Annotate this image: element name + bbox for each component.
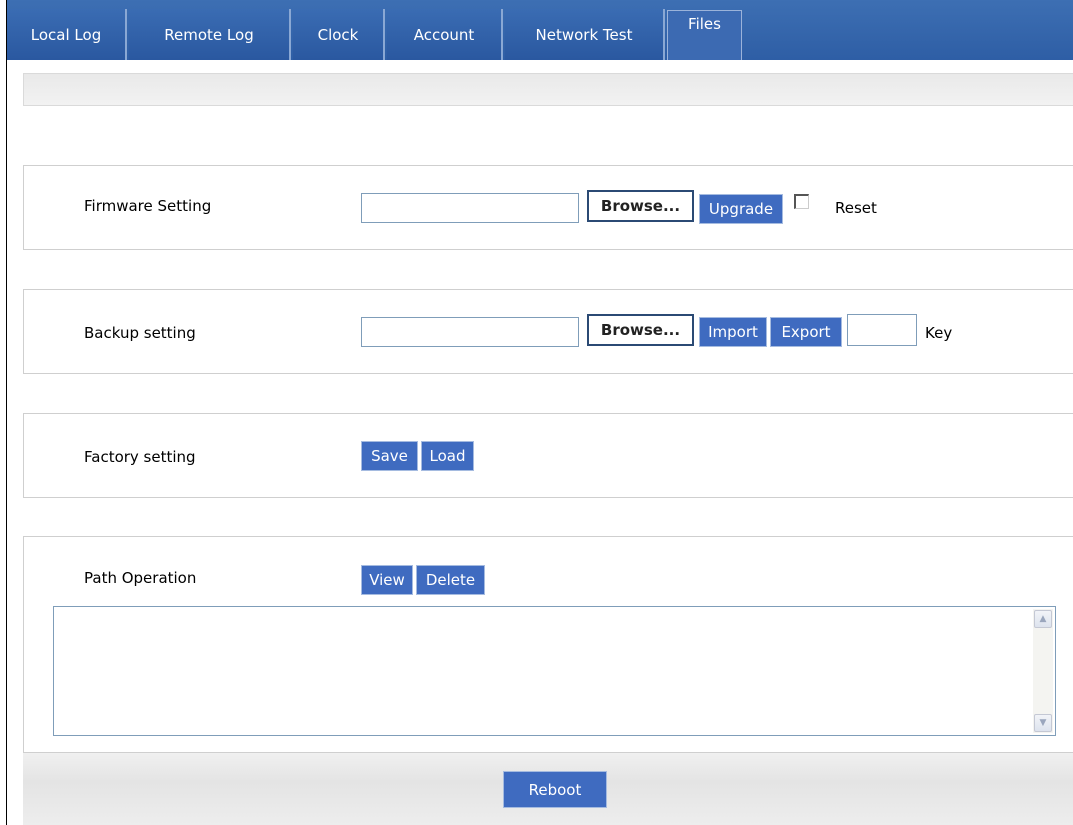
backup-browse-button[interactable]: Browse... bbox=[587, 314, 694, 346]
path-operation-label: Path Operation bbox=[84, 569, 197, 587]
tab-account[interactable]: Account bbox=[387, 9, 503, 60]
reboot-button[interactable]: Reboot bbox=[503, 771, 607, 808]
path-output-textarea[interactable]: ▲ ▼ bbox=[53, 606, 1056, 736]
tab-network-test[interactable]: Network Test bbox=[505, 9, 665, 60]
upgrade-button[interactable]: Upgrade bbox=[699, 194, 783, 224]
firmware-setting-label: Firmware Setting bbox=[84, 197, 212, 215]
tab-bar: Local Log Remote Log Clock Account Netwo… bbox=[7, 0, 1073, 60]
firmware-browse-button[interactable]: Browse... bbox=[587, 190, 694, 222]
textarea-scrollbar[interactable]: ▲ ▼ bbox=[1033, 609, 1053, 733]
path-view-button[interactable]: View bbox=[361, 565, 413, 595]
tab-clock[interactable]: Clock bbox=[293, 9, 385, 60]
firmware-panel: Firmware Setting Browse... Upgrade Reset bbox=[23, 165, 1073, 250]
factory-save-button[interactable]: Save bbox=[361, 441, 418, 471]
reset-checkbox[interactable] bbox=[794, 194, 809, 209]
tab-files[interactable]: Files bbox=[667, 10, 742, 60]
files-page: Local Log Remote Log Clock Account Netwo… bbox=[6, 0, 1073, 825]
path-output-text bbox=[54, 607, 1055, 615]
scroll-up-arrow-icon[interactable]: ▲ bbox=[1034, 610, 1052, 628]
tab-remote-log[interactable]: Remote Log bbox=[129, 9, 291, 60]
backup-panel: Backup setting Browse... Import Export K… bbox=[23, 289, 1073, 374]
scroll-down-arrow-icon[interactable]: ▼ bbox=[1034, 714, 1052, 732]
footer-bar: Reboot bbox=[23, 752, 1073, 825]
tab-local-log[interactable]: Local Log bbox=[7, 9, 127, 60]
import-button[interactable]: Import bbox=[699, 317, 767, 347]
factory-panel: Factory setting Save Load bbox=[23, 413, 1073, 498]
backup-file-input[interactable] bbox=[361, 317, 579, 347]
path-delete-button[interactable]: Delete bbox=[416, 565, 485, 595]
key-label: Key bbox=[925, 324, 953, 342]
toolbar-strip bbox=[23, 73, 1073, 106]
key-input[interactable] bbox=[847, 314, 917, 346]
firmware-file-input[interactable] bbox=[361, 193, 579, 223]
export-button[interactable]: Export bbox=[770, 317, 842, 347]
factory-load-button[interactable]: Load bbox=[421, 441, 474, 471]
backup-setting-label: Backup setting bbox=[84, 324, 196, 342]
reset-label: Reset bbox=[835, 199, 877, 217]
factory-setting-label: Factory setting bbox=[84, 448, 196, 466]
